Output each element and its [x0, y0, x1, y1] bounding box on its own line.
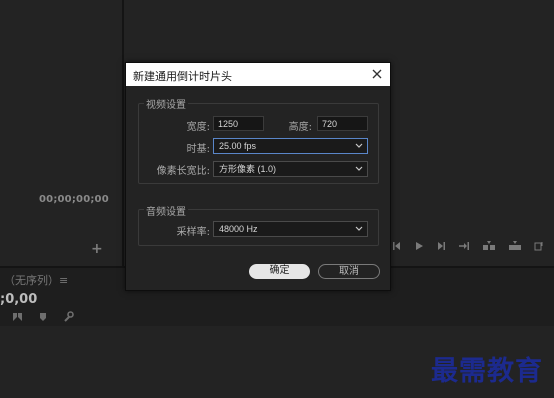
width-field[interactable]: 1250	[213, 116, 264, 131]
plus-icon[interactable]: +	[91, 242, 103, 256]
chevron-down-icon	[355, 226, 363, 231]
ok-button[interactable]: 确定	[249, 264, 310, 279]
overwrite-icon[interactable]	[508, 241, 522, 251]
snap-icon[interactable]	[12, 312, 23, 322]
dialog-title: 新建通用倒计时片头	[133, 70, 232, 83]
new-countdown-leader-dialog: 新建通用倒计时片头 视频设置 宽度: 1250 高度: 720 时基: 25.0…	[125, 62, 391, 291]
timebase-label: 时基:	[186, 144, 210, 155]
insert-icon[interactable]	[482, 241, 496, 251]
watermark-logo: 最需教育	[431, 356, 543, 387]
timebase-value: 25.00 fps	[219, 141, 257, 151]
step-forward-icon[interactable]	[436, 241, 446, 251]
sequence-label: （无序列）≡	[4, 274, 69, 287]
chevron-down-icon	[355, 166, 363, 171]
height-label: 高度:	[288, 122, 312, 133]
marker-icon[interactable]	[39, 312, 47, 322]
source-timecode: 00;00;00;00	[39, 194, 109, 205]
chevron-down-icon	[355, 143, 363, 148]
video-settings-title: 视频设置	[144, 96, 188, 111]
pixel-aspect-select[interactable]: 方形像素 (1.0)	[213, 161, 368, 177]
timeline-tools	[12, 311, 74, 322]
cancel-button[interactable]: 取消	[318, 264, 380, 279]
width-label: 宽度:	[186, 122, 210, 133]
height-field[interactable]: 720	[317, 116, 368, 131]
step-back-icon[interactable]	[392, 241, 402, 251]
go-to-end-icon[interactable]	[458, 241, 470, 251]
wrench-icon[interactable]	[63, 311, 74, 322]
play-icon[interactable]	[414, 241, 424, 251]
panel-divider-vertical[interactable]	[122, 0, 124, 266]
sample-rate-value: 48000 Hz	[219, 224, 258, 234]
pixel-aspect-label: 像素长宽比:	[156, 166, 210, 177]
sample-rate-select[interactable]: 48000 Hz	[213, 221, 368, 237]
audio-settings-title: 音频设置	[144, 203, 188, 218]
source-monitor-panel	[0, 0, 122, 266]
pixel-aspect-value: 方形像素 (1.0)	[219, 164, 277, 174]
timeline-timecode[interactable]: ;0,00	[0, 292, 37, 307]
program-transport-controls	[392, 241, 544, 251]
timebase-select[interactable]: 25.00 fps	[213, 138, 368, 154]
dialog-titlebar[interactable]: 新建通用倒计时片头	[126, 63, 390, 86]
sample-rate-label: 采样率:	[176, 227, 210, 238]
close-icon[interactable]	[370, 67, 384, 81]
more-icon[interactable]	[534, 241, 544, 251]
